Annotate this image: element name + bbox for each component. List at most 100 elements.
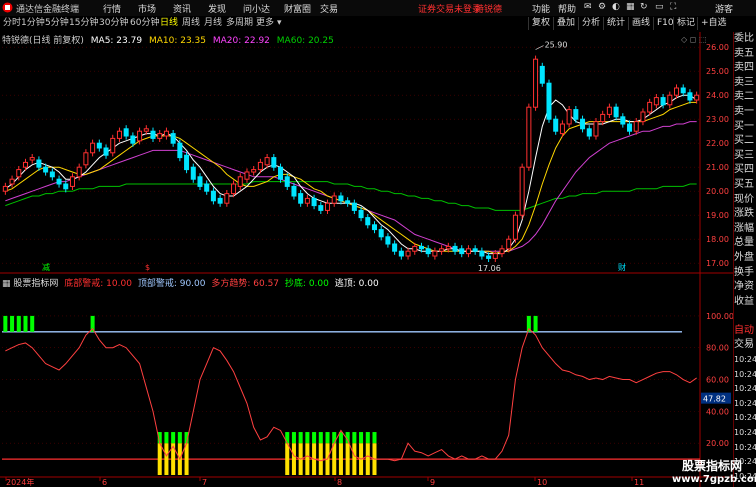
bottom-signal-cap — [352, 432, 357, 444]
refresh-icon[interactable]: ↻ — [640, 2, 648, 12]
candle-body — [16, 169, 22, 178]
tab-15min[interactable]: 15分钟 — [69, 17, 98, 30]
candle-body — [640, 111, 646, 123]
fuquan-button[interactable]: 复权 — [528, 17, 553, 30]
candle-body — [137, 130, 143, 142]
menu-item-hangqing[interactable]: 行情 — [103, 2, 121, 15]
candle-body — [177, 142, 183, 159]
candle-body — [197, 176, 203, 187]
top-signal-bar — [10, 315, 15, 332]
menu-item-jiaoyi[interactable]: 交易 — [320, 2, 338, 15]
candle-body — [633, 121, 639, 132]
overlay-button[interactable]: 叠加 — [553, 17, 578, 30]
candle-body — [63, 183, 69, 190]
candle-body — [150, 130, 156, 139]
menu-item-caifuquan[interactable]: 财富圈 — [284, 2, 311, 15]
quote-panel-row — [734, 309, 756, 324]
mark-button[interactable]: 标记 — [673, 17, 698, 30]
bottom-signal-bar — [345, 443, 350, 475]
candle-body — [492, 253, 498, 259]
analysis-button[interactable]: 分析 — [578, 17, 603, 30]
tab-5min[interactable]: 5分钟 — [45, 17, 69, 30]
menu-item-function[interactable]: 功能 — [532, 2, 550, 15]
indicator-title[interactable]: 股票指标网 — [13, 279, 58, 289]
settings-icon[interactable]: ⚙ — [598, 2, 606, 12]
quote-panel-row: 涨幅 — [734, 222, 754, 234]
app-logo-icon — [2, 2, 13, 16]
tab-monthly[interactable]: 月线 — [204, 17, 222, 30]
quote-panel-row: 买三 — [734, 149, 754, 161]
message-icon[interactable]: ✉ — [584, 2, 592, 12]
ma20-label: MA20: 22.92 — [212, 36, 270, 46]
fullscreen-icon[interactable]: ⛶ — [670, 2, 676, 12]
bottom-signal-bar — [164, 443, 169, 475]
candle-body — [412, 245, 418, 252]
skin-icon[interactable]: ◐ — [612, 2, 620, 12]
menu-item-zixun[interactable]: 资讯 — [173, 2, 191, 15]
bottom-signal-cap — [291, 432, 296, 444]
quote-panel-row: 卖三 — [734, 76, 754, 88]
x-tick-label: 8 — [337, 478, 342, 487]
candle-body — [627, 123, 633, 132]
candle-body — [559, 123, 565, 135]
bottom-signal-bar — [365, 443, 370, 475]
candle-body — [76, 166, 82, 178]
quote-panel-row: 10:24 — [734, 428, 756, 438]
tab-fenshi[interactable]: 分时 — [3, 17, 21, 30]
statistics-button[interactable]: 统计 — [603, 17, 628, 30]
bottom-signal-cap — [177, 432, 182, 444]
menu-item-wenxiaoda[interactable]: 问小达 — [243, 2, 270, 15]
indicator-y-label: 60.00 — [706, 376, 729, 385]
y-tick-label: 22.00 — [706, 139, 729, 148]
watermark-url: www.7gpzb.com — [672, 474, 756, 485]
candle-body — [83, 152, 89, 166]
period-toolbar: 分时 1分钟 5分钟 15分钟 30分钟 60分钟 日线 周线 月线 多周期 更… — [0, 16, 756, 33]
tab-weekly[interactable]: 周线 — [182, 17, 200, 30]
tab-more[interactable]: 更多 — [256, 17, 274, 30]
chart-control-icons[interactable]: ◇ ◻ ⬚ — [681, 35, 706, 44]
chart-background — [0, 32, 733, 487]
tab-1min[interactable]: 1分钟 — [21, 17, 45, 30]
bottom-signal-bar — [332, 443, 337, 475]
candle-body — [257, 161, 263, 171]
menu-item-help[interactable]: 帮助 — [558, 2, 576, 15]
candle-body — [96, 142, 102, 149]
watermark-title: 股票指标网 — [681, 459, 742, 473]
candle-body — [264, 157, 270, 166]
top-signal-bar — [23, 315, 28, 332]
candle-body — [324, 202, 331, 211]
candle-body — [687, 92, 693, 101]
candle-body — [600, 113, 606, 123]
chart-area[interactable]: 26.00 25.00 24.00 23.00 22.00 21.00 20.00 19.00… — [0, 32, 733, 487]
login-status[interactable]: 证券交易未登录 — [418, 2, 481, 15]
add-watchlist-button[interactable]: +自选 — [697, 17, 730, 30]
bottom-signal-bar — [305, 443, 310, 475]
event-marker: $ — [145, 263, 150, 272]
candle-body — [90, 142, 96, 154]
chevron-down-icon[interactable]: ▾ — [277, 17, 282, 30]
x-tick-label: 6 — [102, 478, 107, 487]
candle-body — [298, 193, 304, 204]
indicator-y-label: 40.00 — [706, 407, 729, 416]
layout-icon[interactable]: ▦ — [626, 2, 635, 12]
y-tick-label: 19.00 — [706, 211, 729, 220]
draw-line-button[interactable]: 画线 — [628, 17, 653, 30]
quote-panel-row: 10:24 — [734, 384, 756, 394]
guest-label[interactable]: 游客 — [715, 2, 733, 15]
y-tick-label: 17.00 — [706, 259, 729, 268]
bottom-signal-cap — [318, 432, 323, 444]
window-icon[interactable]: ▭ — [655, 2, 664, 12]
tab-multi-period[interactable]: 多周期 — [226, 17, 253, 30]
candle-body — [29, 157, 35, 161]
candle-body — [36, 159, 42, 168]
menu-item-shichang[interactable]: 市场 — [138, 2, 156, 15]
candle-body — [116, 130, 122, 139]
menu-item-faxian[interactable]: 发现 — [208, 2, 226, 15]
quote-panel-row: 10:24 — [734, 369, 756, 379]
quote-panel-row: 卖一 — [734, 105, 754, 117]
tab-30min[interactable]: 30分钟 — [99, 17, 128, 30]
candle-body — [210, 190, 216, 202]
candle-body — [593, 121, 599, 137]
tab-daily[interactable]: 日线 — [160, 17, 178, 30]
tab-60min[interactable]: 60分钟 — [130, 17, 159, 30]
